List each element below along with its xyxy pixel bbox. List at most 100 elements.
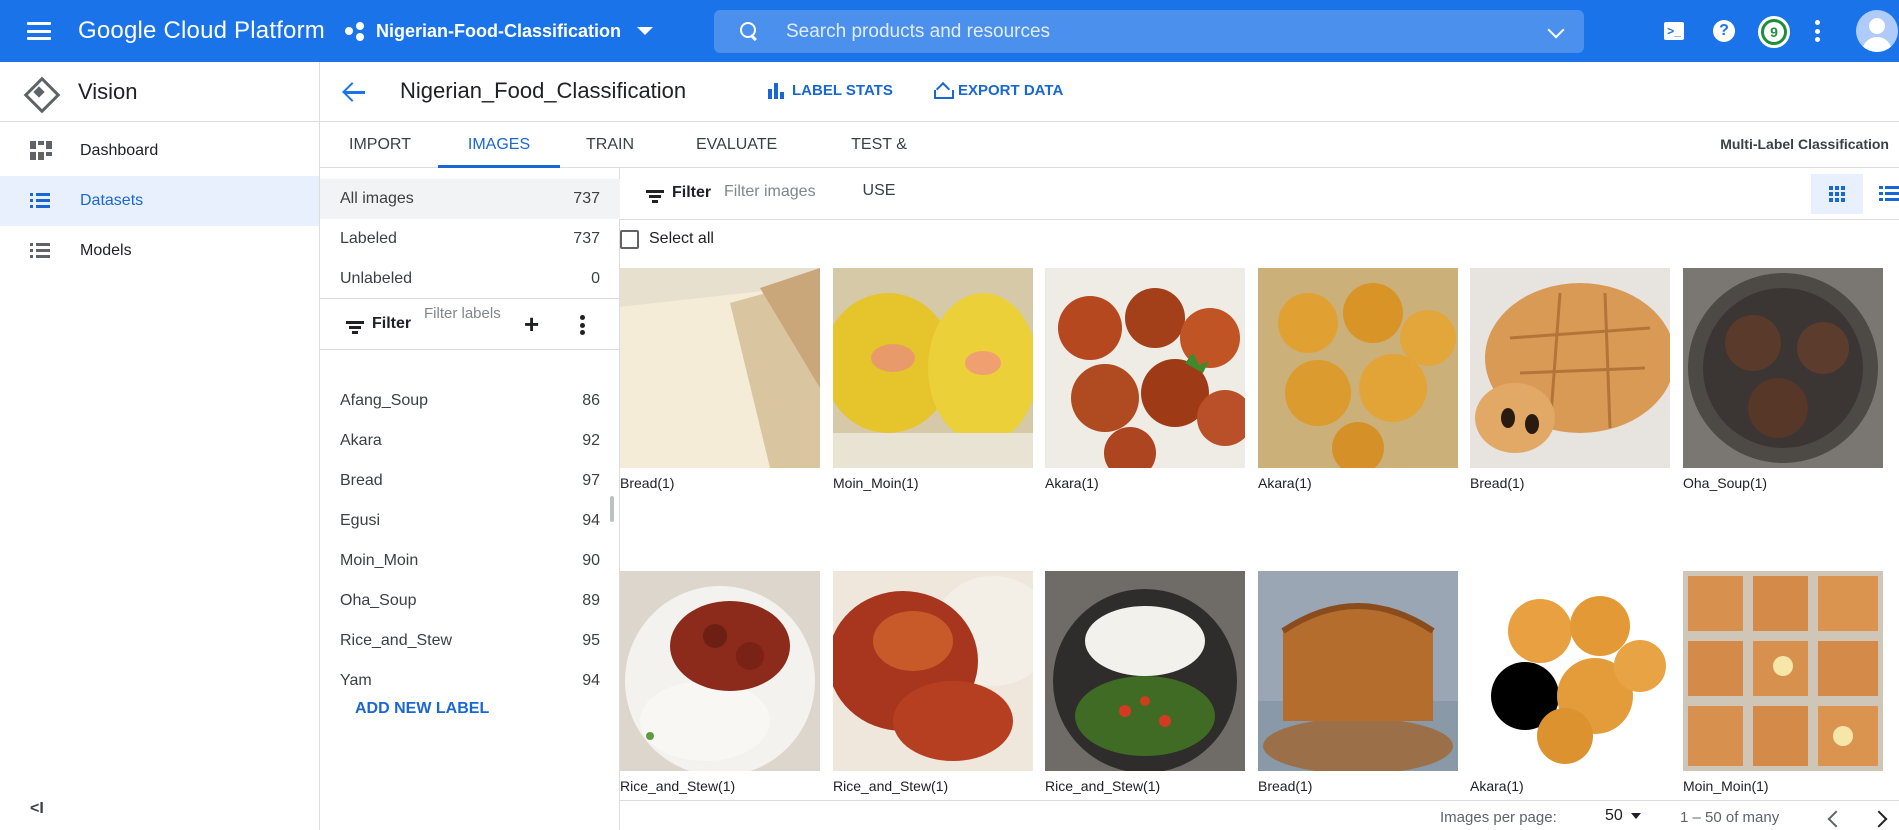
image-caption: Akara(1) [1470, 778, 1524, 794]
filter-label[interactable]: Filter [672, 184, 711, 202]
tab-train[interactable]: TRAIN [586, 122, 634, 168]
product-name: Vision [78, 78, 138, 104]
image-thumbnail[interactable] [1258, 571, 1458, 771]
label-count: 94 [582, 672, 600, 689]
label-name: Bread [340, 472, 383, 489]
more-vert-icon[interactable] [580, 315, 586, 335]
count-label: Labeled [340, 230, 397, 247]
collapse-sidebar-icon[interactable]: <I [30, 800, 44, 818]
back-arrow-icon[interactable] [342, 80, 368, 104]
label-count: 95 [582, 632, 600, 649]
account-avatar[interactable] [1856, 10, 1898, 52]
previous-page-icon[interactable] [1827, 810, 1845, 828]
notifications-badge[interactable]: 9 [1758, 16, 1790, 48]
tab-import[interactable]: IMPORT [348, 122, 412, 168]
label-item-oha-soup[interactable]: Oha_Soup 89 [320, 581, 620, 621]
label-item-moin-moin[interactable]: Moin_Moin 90 [320, 541, 620, 581]
label-item-afang-soup[interactable]: Afang_Soup 86 [320, 381, 620, 421]
list-view-icon[interactable] [1879, 186, 1899, 202]
tab-test-and-use[interactable]: TEST & USE [834, 122, 924, 199]
label-panel: All images 737 Labeled 737 Unlabeled 0 F… [320, 168, 620, 830]
project-icon [344, 20, 366, 42]
label-stats-label: LABEL STATS [792, 82, 893, 99]
brand-title[interactable]: Google Cloud Platform [78, 17, 325, 45]
notification-count: 9 [1764, 22, 1784, 42]
image-thumbnail[interactable] [833, 268, 1033, 468]
image-caption: Moin_Moin(1) [1683, 778, 1769, 794]
image-thumbnail[interactable] [620, 268, 820, 468]
help-icon[interactable]: ? [1711, 18, 1737, 44]
image-caption: Rice_and_Stew(1) [620, 778, 736, 794]
count-label: All images [340, 190, 414, 207]
images-per-page-label: Images per page: [1440, 809, 1557, 826]
label-item-rice-and-stew[interactable]: Rice_and_Stew 95 [320, 621, 620, 661]
image-thumbnail[interactable] [1258, 268, 1458, 468]
label-stats-button[interactable]: LABEL STATS [768, 82, 893, 99]
sidebar-item-models[interactable]: Models [0, 226, 319, 276]
image-caption: Akara(1) [1258, 475, 1312, 491]
list-icon [30, 241, 50, 261]
image-thumbnail[interactable] [1683, 571, 1883, 771]
label-item-yam[interactable]: Yam 94 [320, 661, 620, 701]
filter-label[interactable]: Filter [372, 315, 411, 333]
add-new-label-button[interactable]: ADD NEW LABEL [355, 700, 489, 718]
bar-chart-icon [768, 82, 784, 99]
cloud-shell-icon[interactable]: >_ [1661, 18, 1687, 44]
sidebar-item-datasets[interactable]: Datasets [0, 176, 319, 226]
image-thumbnail[interactable] [1683, 268, 1883, 468]
pagination-bar: Images per page: 50 1 – 50 of many [620, 800, 1899, 830]
label-name: Egusi [340, 512, 381, 529]
search-icon [740, 21, 760, 42]
grid-view-toggle[interactable] [1811, 174, 1863, 214]
dashboard-icon [30, 141, 52, 161]
page-title: Nigerian_Food_Classification [400, 78, 687, 103]
image-thumbnail[interactable] [833, 571, 1033, 771]
label-count: 97 [582, 472, 600, 489]
checkbox[interactable] [620, 229, 639, 249]
image-thumbnail[interactable] [1045, 268, 1245, 468]
expand-search-icon[interactable] [1547, 21, 1565, 39]
top-bar: Google Cloud Platform Nigerian-Food-Clas… [0, 0, 1899, 62]
label-name: Akara [340, 432, 382, 449]
classification-mode: Multi-Label Classification [1720, 136, 1889, 152]
images-per-page-select[interactable]: 50 [1605, 807, 1641, 825]
label-filter-bar: Filter Filter labels + [320, 298, 620, 350]
project-selector[interactable]: Nigerian-Food-Classification [344, 14, 654, 48]
label-count: 90 [582, 552, 600, 569]
list-icon [30, 191, 50, 211]
main-menu-icon[interactable] [24, 19, 54, 43]
label-name: Oha_Soup [340, 592, 417, 609]
image-grid-area: Filter Filter images Select all Bread(1)… [620, 168, 1899, 830]
more-options-icon[interactable] [1812, 20, 1822, 42]
image-thumbnail[interactable] [1470, 571, 1670, 771]
export-data-button[interactable]: EXPORT DATA [934, 82, 1063, 99]
filter-icon [646, 190, 664, 203]
image-thumbnail[interactable] [1045, 571, 1245, 771]
image-filter-input[interactable]: Filter images [724, 183, 816, 201]
add-label-icon[interactable]: + [524, 311, 539, 337]
per-page-value: 50 [1605, 807, 1623, 824]
search-input[interactable]: Search products and resources [714, 10, 1584, 53]
label-item-akara[interactable]: Akara 92 [320, 421, 620, 461]
image-filter-bar: Filter Filter images [620, 168, 1899, 220]
project-name: Nigerian-Food-Classification [376, 20, 622, 41]
image-caption: Moin_Moin(1) [833, 475, 919, 491]
labeled-filter[interactable]: Labeled 737 [320, 219, 620, 259]
image-thumbnail[interactable] [620, 571, 820, 771]
image-caption: Bread(1) [620, 475, 675, 491]
label-item-bread[interactable]: Bread 97 [320, 461, 620, 501]
all-images-filter[interactable]: All images 737 [320, 179, 620, 219]
unlabeled-filter[interactable]: Unlabeled 0 [320, 259, 620, 299]
label-name: Moin_Moin [340, 552, 419, 569]
next-page-icon[interactable] [1870, 810, 1888, 828]
label-list-scrollbar[interactable] [610, 496, 614, 522]
select-all-checkbox[interactable]: Select all [620, 224, 714, 254]
tab-evaluate[interactable]: EVALUATE [696, 122, 777, 168]
tab-images[interactable]: IMAGES [438, 122, 560, 168]
sidebar-item-dashboard[interactable]: Dashboard [0, 126, 319, 176]
label-item-egusi[interactable]: Egusi 94 [320, 501, 620, 541]
sidebar-item-label: Datasets [80, 192, 144, 209]
page-header: Nigerian_Food_Classification LABEL STATS… [320, 62, 1899, 122]
label-filter-input[interactable]: Filter labels [424, 305, 510, 322]
image-thumbnail[interactable] [1470, 268, 1670, 468]
